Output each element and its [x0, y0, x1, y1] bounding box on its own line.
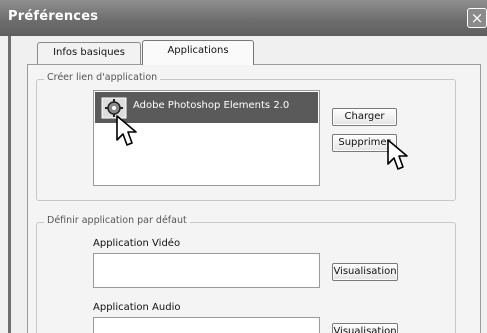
- close-button[interactable]: ×: [467, 8, 487, 28]
- app-label: Adobe Photoshop Elements 2.0: [133, 100, 290, 111]
- audio-app-label: Application Audio: [93, 302, 181, 313]
- window-frame: [8, 36, 11, 333]
- preferences-window: Préférences × Infos basiques Application…: [0, 0, 487, 333]
- video-app-label: Application Vidéo: [93, 238, 181, 249]
- tab-applications-label: Applications: [167, 45, 229, 56]
- group-create-legend: Créer lien d'application: [44, 72, 161, 83]
- title-bar[interactable]: Préférences ×: [0, 0, 487, 36]
- audio-view-button[interactable]: Visualisation: [332, 323, 398, 333]
- video-view-button[interactable]: Visualisation: [332, 263, 398, 281]
- tab-infos-basiques[interactable]: Infos basiques: [37, 42, 141, 64]
- audio-app-field[interactable]: [93, 317, 320, 333]
- load-button[interactable]: Charger: [332, 108, 397, 126]
- group-default-legend: Définir application par défaut: [44, 215, 190, 226]
- window-title: Préférences: [8, 9, 99, 24]
- pointer-cursor-icon: [116, 115, 137, 146]
- tab-applications[interactable]: Applications: [142, 40, 254, 65]
- video-app-field[interactable]: [93, 253, 320, 288]
- pointer-cursor-icon: [387, 139, 408, 170]
